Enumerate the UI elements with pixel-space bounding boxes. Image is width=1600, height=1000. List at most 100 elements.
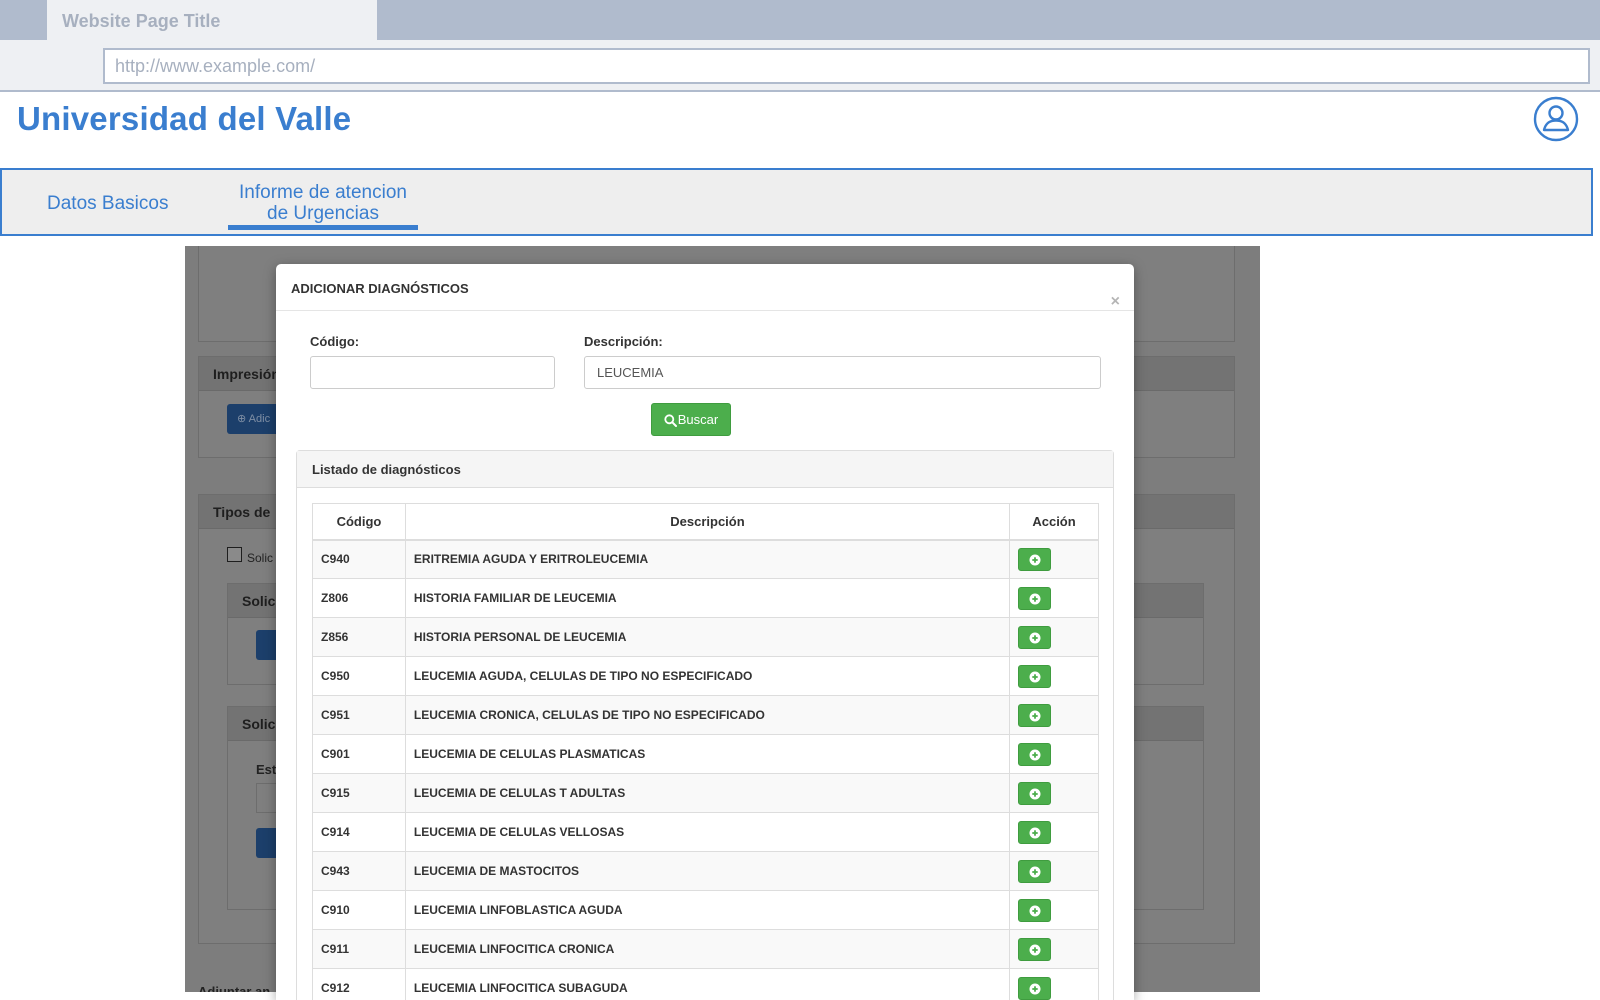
diagnosis-description: LEUCEMIA LINFOBLASTICA AGUDA (404, 890, 1011, 930)
browser-tab-bar: Website Page Title (0, 0, 1600, 40)
diagnosis-code: Z856 (312, 617, 406, 657)
diagnosis-code: C914 (312, 812, 406, 852)
add-diagnosis-button[interactable] (1018, 743, 1052, 766)
diagnosis-action-cell (1009, 695, 1099, 735)
browser-url-bar: http://www.example.com/ (0, 40, 1600, 92)
diagnosis-action-cell (1009, 890, 1099, 930)
plus-circle-icon (1029, 749, 1041, 761)
table-row: Z856 HISTORIA PERSONAL DE LEUCEMIA (312, 617, 1099, 657)
add-diagnosis-button[interactable] (1018, 938, 1052, 961)
diagnosis-description: LEUCEMIA AGUDA, CELULAS DE TIPO NO ESPEC… (404, 656, 1011, 696)
diagnosis-description: LEUCEMIA DE CELULAS T ADULTAS (404, 773, 1011, 813)
add-diagnosis-button[interactable] (1018, 704, 1052, 727)
plus-circle-icon (1029, 788, 1041, 800)
table-header-row: Código Descripción Acción (312, 503, 1099, 541)
table-row: Z806 HISTORIA FAMILIAR DE LEUCEMIA (312, 578, 1099, 618)
background-checkbox (227, 547, 242, 562)
plus-circle-icon (1029, 710, 1041, 722)
diagnoses-table: Código Descripción Acción C940 ERITREMIA … (312, 503, 1099, 1000)
diagnosis-description: LEUCEMIA DE MASTOCITOS (404, 851, 1011, 891)
tab-datos-basicos[interactable]: Datos Basicos (47, 193, 168, 214)
table-row: C914 LEUCEMIA DE CELULAS VELLOSAS (312, 812, 1099, 852)
table-row: C950 LEUCEMIA AGUDA, CELULAS DE TIPO NO E… (312, 656, 1099, 696)
add-diagnosis-button[interactable] (1018, 626, 1052, 649)
diagnosis-code: C951 (312, 695, 406, 735)
add-diagnosis-button[interactable] (1018, 977, 1052, 1000)
tab-informe-label-line2: de Urgencias (267, 203, 379, 224)
codigo-label: Código: (310, 334, 360, 349)
diagnosis-action-cell (1009, 968, 1099, 1000)
table-row: C943 LEUCEMIA DE MASTOCITOS (312, 851, 1099, 891)
background-checkbox-label: Solic (247, 551, 274, 565)
tab-informe-label-line1: Informe de atencion (239, 182, 407, 203)
add-diagnosis-button[interactable] (1018, 665, 1052, 688)
list-title: Listado de diagnósticos (297, 451, 1113, 488)
search-icon (664, 414, 677, 428)
add-diagnosis-button[interactable] (1018, 899, 1052, 922)
browser-tab[interactable]: Website Page Title (47, 0, 377, 40)
diagnosis-description: LEUCEMIA CRONICA, CELULAS DE TIPO NO ESP… (404, 695, 1011, 735)
descripcion-input[interactable] (584, 356, 1101, 389)
close-icon[interactable]: × (1111, 294, 1120, 310)
plus-circle-icon (1029, 983, 1041, 995)
add-diagnosis-button[interactable] (1018, 548, 1052, 572)
column-header-code: Código (312, 503, 406, 541)
diagnosis-description: HISTORIA FAMILIAR DE LEUCEMIA (404, 578, 1011, 618)
add-diagnosis-button[interactable] (1018, 782, 1052, 805)
main-tabs: Datos Basicos Informe de atencion de Urg… (0, 168, 1593, 236)
diagnosis-description: ERITREMIA AGUDA Y ERITROLEUCEMIA (404, 539, 1011, 579)
add-diagnosis-button[interactable] (1018, 587, 1052, 610)
diagnosis-action-cell (1009, 929, 1099, 969)
active-tab-indicator (228, 225, 418, 230)
diagnosis-action-cell (1009, 656, 1099, 696)
table-row: C911 LEUCEMIA LINFOCITICA CRONICA (312, 929, 1099, 969)
table-row: C915 LEUCEMIA DE CELULAS T ADULTAS (312, 773, 1099, 813)
plus-circle-icon (1029, 593, 1041, 605)
modal-header: ADICIONAR DIAGNÓSTICOS × (276, 264, 1134, 311)
column-header-action: Acción (1009, 503, 1099, 541)
plus-circle-icon (1029, 671, 1041, 683)
table-row: C910 LEUCEMIA LINFOBLASTICA AGUDA (312, 890, 1099, 930)
plus-circle-icon (1029, 632, 1041, 644)
descripcion-label: Descripción: (584, 334, 663, 349)
background-footer-text: Adjuntar an (198, 984, 271, 992)
user-icon[interactable] (1533, 96, 1579, 142)
plus-circle-icon (1029, 827, 1041, 839)
diagnosis-code: C912 (312, 968, 406, 1000)
search-button[interactable]: Buscar (651, 403, 731, 436)
diagnosis-description: LEUCEMIA LINFOCITICA CRONICA (404, 929, 1011, 969)
diagnosis-code: C901 (312, 734, 406, 774)
diagnoses-list-panel: Listado de diagnósticos Código Descripci… (296, 450, 1114, 1000)
diagnosis-action-cell (1009, 539, 1099, 579)
plus-circle-icon (1029, 905, 1041, 917)
diagnosis-description: LEUCEMIA LINFOCITICA SUBAGUDA (404, 968, 1011, 1000)
add-diagnoses-modal: ADICIONAR DIAGNÓSTICOS × Código: Descrip… (276, 264, 1134, 1000)
table-row: C940 ERITREMIA AGUDA Y ERITROLEUCEMIA (312, 539, 1099, 579)
diagnosis-description: LEUCEMIA DE CELULAS PLASMATICAS (404, 734, 1011, 774)
background-add-button-label: Adic (248, 413, 271, 425)
diagnosis-action-cell (1009, 851, 1099, 891)
plus-circle-icon (1029, 866, 1041, 878)
diagnosis-action-cell (1009, 617, 1099, 657)
plus-circle-icon (1029, 554, 1041, 566)
tab-informe-urgencias[interactable]: Informe de atencion de Urgencias (228, 182, 418, 224)
modal-title: ADICIONAR DIAGNÓSTICOS (291, 281, 469, 296)
search-button-label: Buscar (677, 412, 719, 427)
table-row: C951 LEUCEMIA CRONICA, CELULAS DE TIPO NO… (312, 695, 1099, 735)
diagnosis-code: C915 (312, 773, 406, 813)
diagnosis-code: C943 (312, 851, 406, 891)
diagnosis-code: C950 (312, 656, 406, 696)
url-input[interactable]: http://www.example.com/ (103, 48, 1590, 84)
diagnosis-description: LEUCEMIA DE CELULAS VELLOSAS (404, 812, 1011, 852)
add-diagnosis-button[interactable] (1018, 821, 1052, 844)
background-subpanel-label: Est (256, 762, 277, 777)
diagnosis-action-cell (1009, 812, 1099, 852)
diagnosis-action-cell (1009, 578, 1099, 618)
table-row: C912 LEUCEMIA LINFOCITICA SUBAGUDA (312, 968, 1099, 1000)
column-header-description: Descripción (404, 503, 1011, 541)
add-diagnosis-button[interactable] (1018, 860, 1052, 883)
diagnosis-code: C910 (312, 890, 406, 930)
diagnosis-code: C940 (312, 539, 406, 579)
diagnosis-action-cell (1009, 734, 1099, 774)
codigo-input[interactable] (310, 356, 555, 389)
